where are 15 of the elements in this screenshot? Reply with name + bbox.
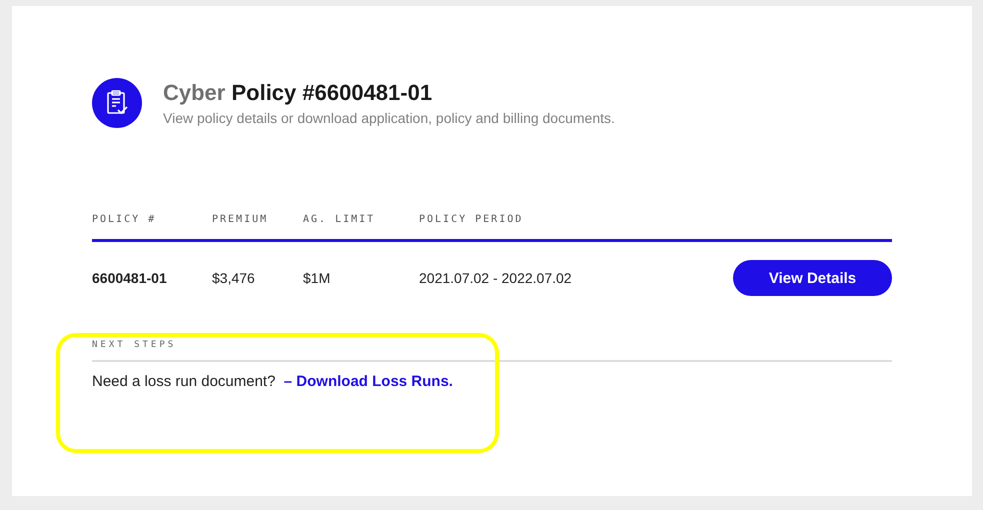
view-details-button[interactable]: View Details (733, 260, 892, 296)
page-subtitle: View policy details or download application, policy and billing documents. (163, 110, 615, 126)
table-cell-text: $1M (303, 270, 332, 286)
column-header: POLICY # (92, 214, 158, 225)
download-loss-runs-link[interactable]: – Download Loss Runs. (284, 373, 453, 390)
column-header: AG. LIMIT (303, 214, 376, 225)
clipboard-icon (92, 78, 142, 128)
table-cell-text: 6600481-01 (92, 270, 168, 286)
section-heading: NEXT STEPS (92, 340, 892, 362)
table-cell-text: 2021.07.02 - 2022.07.02 (419, 270, 573, 286)
column-header: POLICY PERIOD (419, 214, 524, 225)
column-header: PREMIUM (212, 214, 270, 225)
table-cell-text: $3,476 (212, 270, 256, 286)
page-title: Cyber Policy #6600481-01 (163, 80, 434, 106)
next-steps-text: Need a loss run document? – Download Loss Runs. (92, 373, 454, 390)
